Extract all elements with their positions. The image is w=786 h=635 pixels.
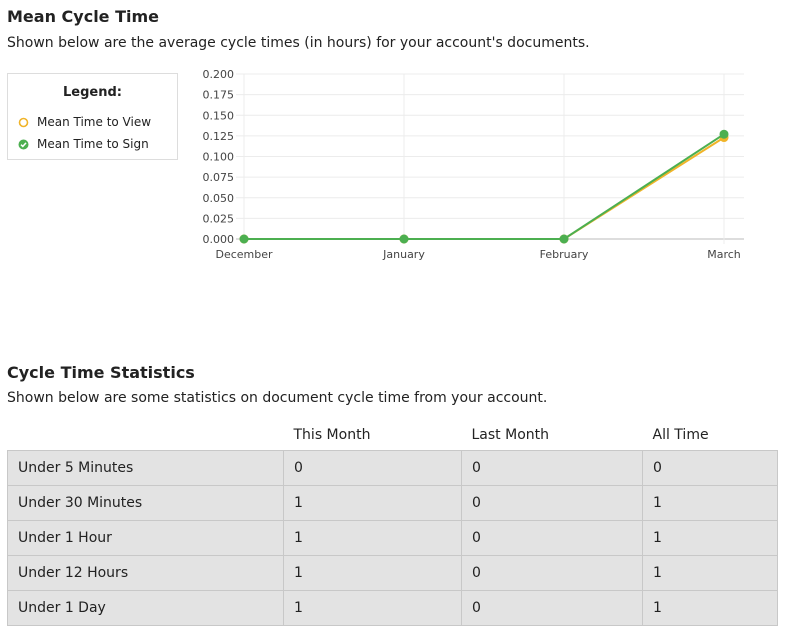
y-tick-label: 0.175 — [203, 89, 235, 102]
cycle-time-stats-table: This Month Last Month All Time Under 5 M… — [7, 420, 778, 626]
cell-last-month: 0 — [461, 520, 643, 556]
cell-all-time: 1 — [642, 555, 778, 591]
table-header-row: This Month Last Month All Time — [8, 420, 778, 451]
table-row: Under 30 Minutes 1 0 1 — [7, 485, 778, 521]
cell-this-month: 1 — [283, 555, 462, 591]
cell-all-time: 0 — [642, 450, 778, 486]
y-tick-label: 0.100 — [203, 151, 235, 164]
y-tick-label: 0.000 — [203, 233, 235, 246]
stats-description: Shown below are some statistics on docum… — [7, 390, 548, 406]
cell-this-month: 1 — [283, 520, 462, 556]
legend-item-label: Mean Time to Sign — [37, 137, 149, 151]
cell-this-month: 1 — [283, 485, 462, 521]
y-tick-label: 0.200 — [203, 68, 235, 81]
cell-last-month: 0 — [461, 590, 643, 626]
row-label: Under 5 Minutes — [7, 450, 284, 486]
stats-title: Cycle Time Statistics — [7, 363, 195, 382]
cell-last-month: 0 — [461, 450, 643, 486]
row-label: Under 1 Day — [7, 590, 284, 626]
row-label: Under 12 Hours — [7, 555, 284, 591]
header-last-month: Last Month — [471, 427, 550, 443]
mean-cycle-chart: 0.000 0.025 0.050 0.075 0.100 0.125 0.150 0.175… — [203, 68, 744, 261]
row-label: Under 1 Hour — [7, 520, 284, 556]
data-point — [719, 129, 729, 139]
header-all-time: All Time — [652, 427, 709, 443]
header-this-month: This Month — [293, 427, 371, 443]
legend-item-sign[interactable]: Mean Time to Sign — [18, 137, 149, 151]
x-tick-label: December — [215, 248, 273, 261]
cell-last-month: 0 — [461, 485, 643, 521]
y-tick-label: 0.150 — [203, 109, 235, 122]
cell-this-month: 0 — [283, 450, 462, 486]
table-row: Under 12 Hours 1 0 1 — [7, 555, 778, 591]
cell-all-time: 1 — [642, 590, 778, 626]
row-label: Under 30 Minutes — [7, 485, 284, 521]
table-row: Under 1 Day 1 0 1 — [7, 590, 778, 626]
legend-title: Legend: — [63, 85, 122, 100]
data-point — [399, 234, 409, 244]
data-point — [239, 234, 249, 244]
x-tick-label: March — [707, 248, 741, 261]
legend-item-label: Mean Time to View — [37, 115, 152, 129]
check-circle-icon — [18, 139, 29, 149]
table-row: Under 5 Minutes 0 0 0 — [7, 450, 778, 486]
x-tick-label: February — [540, 248, 589, 261]
y-tick-label: 0.025 — [203, 212, 235, 225]
mean-cycle-title: Mean Cycle Time — [7, 7, 160, 26]
series-line — [244, 136, 725, 240]
cell-last-month: 0 — [461, 555, 643, 591]
cell-all-time: 1 — [642, 520, 778, 556]
legend-item-view[interactable]: Mean Time to View — [18, 115, 151, 129]
header-label — [8, 420, 284, 451]
data-point — [559, 234, 569, 244]
circle-outline-icon — [18, 117, 29, 127]
y-tick-label: 0.050 — [203, 192, 235, 205]
cell-this-month: 1 — [283, 590, 462, 626]
cell-all-time: 1 — [642, 485, 778, 521]
mean-cycle-description: Shown below are the average cycle times … — [7, 35, 590, 51]
table-row: Under 1 Hour 1 0 1 — [7, 520, 778, 556]
chart-legend: Legend: Mean Time to View Mean Time to S… — [7, 73, 178, 160]
x-tick-label: January — [382, 248, 425, 261]
series-line — [244, 133, 725, 240]
y-tick-label: 0.125 — [203, 130, 235, 143]
y-tick-label: 0.075 — [203, 171, 235, 184]
